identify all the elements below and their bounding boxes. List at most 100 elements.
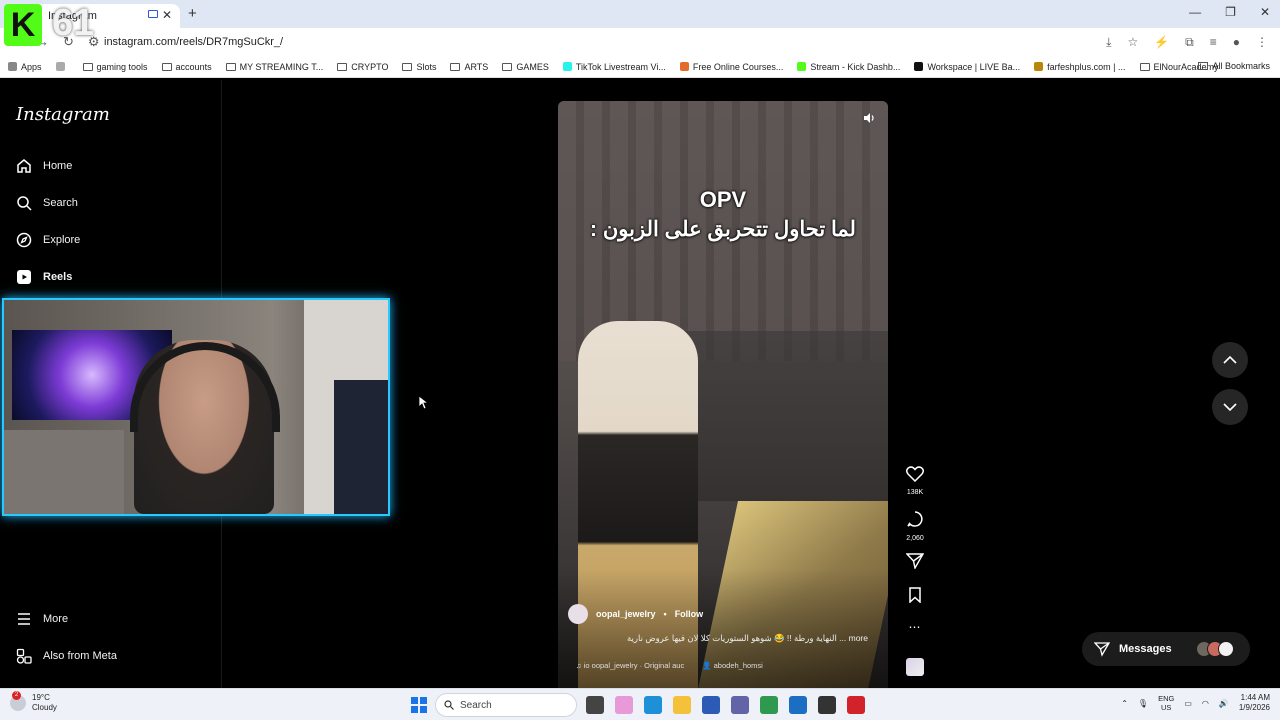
chrome-icon[interactable] <box>760 696 778 714</box>
extension-icon[interactable]: ⚡ <box>1154 35 1169 50</box>
temperature: 19°C <box>32 693 50 702</box>
all-bookmarks[interactable]: All Bookmarks <box>1198 61 1270 71</box>
bookmark-grid[interactable] <box>55 62 69 71</box>
bookmark-item[interactable]: Workspace | LIVE Ba... <box>914 62 1020 72</box>
minimize-icon[interactable]: — <box>1189 5 1201 19</box>
bookmark-item[interactable]: MY STREAMING T... <box>225 62 323 72</box>
audio-track[interactable]: ♫ io oopal_jewelry · Original auc <box>576 661 684 670</box>
start-button[interactable] <box>411 697 427 713</box>
follow-button[interactable]: Follow <box>675 609 704 619</box>
share-button[interactable] <box>900 553 930 574</box>
reel-video[interactable]: OPV لما تحاول تتحربق على الزبون : oopal_… <box>558 101 888 689</box>
wifi-icon[interactable]: ◠ <box>1202 699 1209 708</box>
sidebar-item-home[interactable]: Home <box>16 158 72 174</box>
like-count: 138K <box>906 489 924 496</box>
send-icon <box>905 553 925 570</box>
volume-icon[interactable] <box>862 111 878 127</box>
bookmark-item[interactable]: accounts <box>161 62 212 72</box>
apps-grid-icon <box>8 62 17 71</box>
screen: Instagram ✕ + — ❐ ✕ K 61 → ↻ ⚙ instagram… <box>0 0 1280 720</box>
chevron-up-icon <box>1223 355 1237 364</box>
compass-icon <box>16 232 32 248</box>
reel-overlay-title: OPV <box>699 187 747 212</box>
store-icon[interactable] <box>702 696 720 714</box>
instagram-page: Instagram Home Search Explore Reels More… <box>0 80 1280 689</box>
weather-condition: Cloudy <box>32 703 57 712</box>
site-icon <box>1034 62 1044 71</box>
search-icon <box>16 195 32 211</box>
sidebar-item-label: Home <box>43 160 73 172</box>
comment-count: 2,060 <box>906 535 924 542</box>
copilot-icon[interactable] <box>615 696 633 714</box>
bookmark-item[interactable]: farfeshplus.com | ... <box>1034 62 1126 72</box>
browser-menu-icon[interactable]: ⋮ <box>1256 35 1268 50</box>
sidebar-item-also-from-meta[interactable]: Also from Meta <box>16 648 117 664</box>
reel-caption[interactable]: more ... النهاية ورطة !! 😂 شوهو الستوريا… <box>568 633 868 644</box>
folder-icon <box>502 62 513 71</box>
like-button[interactable]: 138K <box>900 466 930 496</box>
bookmark-apps[interactable]: Apps <box>8 62 42 72</box>
edge-icon[interactable] <box>644 696 662 714</box>
bookmark-item[interactable]: ARTS <box>450 62 488 72</box>
system-tray: ⌃ 🎙 ENG US ▭ ◠ 🔊 1:44 AM 1/9/2026 <box>1121 693 1270 713</box>
bookmark-icon <box>909 587 921 604</box>
restore-icon[interactable]: ❐ <box>1225 5 1236 19</box>
next-reel-button[interactable] <box>1212 389 1248 425</box>
sidebar-item-search[interactable]: Search <box>16 195 78 211</box>
language-indicator[interactable]: ENG US <box>1158 694 1174 712</box>
clock[interactable]: 1:44 AM 1/9/2026 <box>1239 693 1270 713</box>
author-avatar[interactable] <box>568 604 588 624</box>
kick-icon <box>797 62 807 71</box>
sidebar-item-label: Search <box>43 197 78 209</box>
new-tab-button[interactable]: + <box>188 5 197 22</box>
taskbar-search[interactable]: Search <box>435 693 577 717</box>
author-name[interactable]: oopal_jewelry <box>596 609 656 619</box>
bookmark-item[interactable]: gaming tools <box>82 62 148 72</box>
bookmark-star-icon[interactable]: ☆ <box>1127 35 1138 50</box>
bookmark-item[interactable]: Slots <box>402 62 436 72</box>
audio-thumbnail[interactable] <box>906 658 924 676</box>
queue-icon[interactable]: ≡ <box>1210 35 1217 50</box>
comment-button[interactable]: 2,060 <box>900 510 930 542</box>
messages-button[interactable]: Messages <box>1082 632 1250 666</box>
outlook-icon[interactable] <box>789 696 807 714</box>
tab-close-icon[interactable]: ✕ <box>162 8 172 22</box>
teams-icon[interactable] <box>731 696 749 714</box>
instagram-logo[interactable]: Instagram <box>16 104 110 125</box>
task-view-icon[interactable] <box>586 696 604 714</box>
folder-icon <box>161 62 172 71</box>
install-app-icon[interactable]: ⤓ <box>1106 35 1111 50</box>
bookmark-item[interactable]: GAMES <box>502 62 549 72</box>
obs-icon[interactable] <box>818 696 836 714</box>
sidebar-item-reels[interactable]: Reels <box>16 269 72 285</box>
tiktok-icon <box>562 62 572 71</box>
url-field[interactable]: instagram.com/reels/DR7mgSuCkr_/ <box>104 36 283 48</box>
windows-logo-pane <box>420 697 427 704</box>
previous-reel-button[interactable] <box>1212 342 1248 378</box>
sidebar-item-label: More <box>43 613 69 625</box>
bookmark-item[interactable]: Free Online Courses... <box>679 62 783 72</box>
bookmark-item[interactable]: CRYPTO <box>337 62 388 72</box>
speaker-icon[interactable]: 🔊 <box>1219 699 1229 708</box>
messages-label: Messages <box>1119 643 1172 655</box>
sidebar-item-explore[interactable]: Explore <box>16 232 80 248</box>
profile-avatar[interactable]: ● <box>1233 35 1240 50</box>
bookmark-item[interactable]: Stream - Kick Dashb... <box>797 62 900 72</box>
file-explorer-icon[interactable] <box>673 696 691 714</box>
taskbar-apps <box>586 696 865 714</box>
network-icon[interactable]: ▭ <box>1184 699 1192 708</box>
menu-icon <box>16 611 32 627</box>
tray-overflow-icon[interactable]: ⌃ <box>1121 699 1128 708</box>
tab-audio-icon[interactable] <box>148 10 158 18</box>
weather-widget[interactable]: 2 19°C Cloudy <box>10 691 57 713</box>
tagged-user[interactable]: 👤 abodeh_homsi <box>702 661 763 670</box>
bookmark-item[interactable]: TikTok Livestream Vi... <box>562 62 666 72</box>
app-icon[interactable] <box>847 696 865 714</box>
sidebar-item-more[interactable]: More <box>16 611 68 627</box>
save-button[interactable] <box>900 587 930 608</box>
microphone-icon[interactable]: 🎙 <box>1138 699 1148 708</box>
close-window-icon[interactable]: ✕ <box>1260 5 1270 19</box>
address-bar-actions: ⤓ ☆ ⚡ ⧉ ≡ ● ⋮ <box>1106 35 1268 50</box>
more-options-icon[interactable]: ⋯ <box>900 620 930 634</box>
puzzle-icon[interactable]: ⧉ <box>1185 35 1194 50</box>
